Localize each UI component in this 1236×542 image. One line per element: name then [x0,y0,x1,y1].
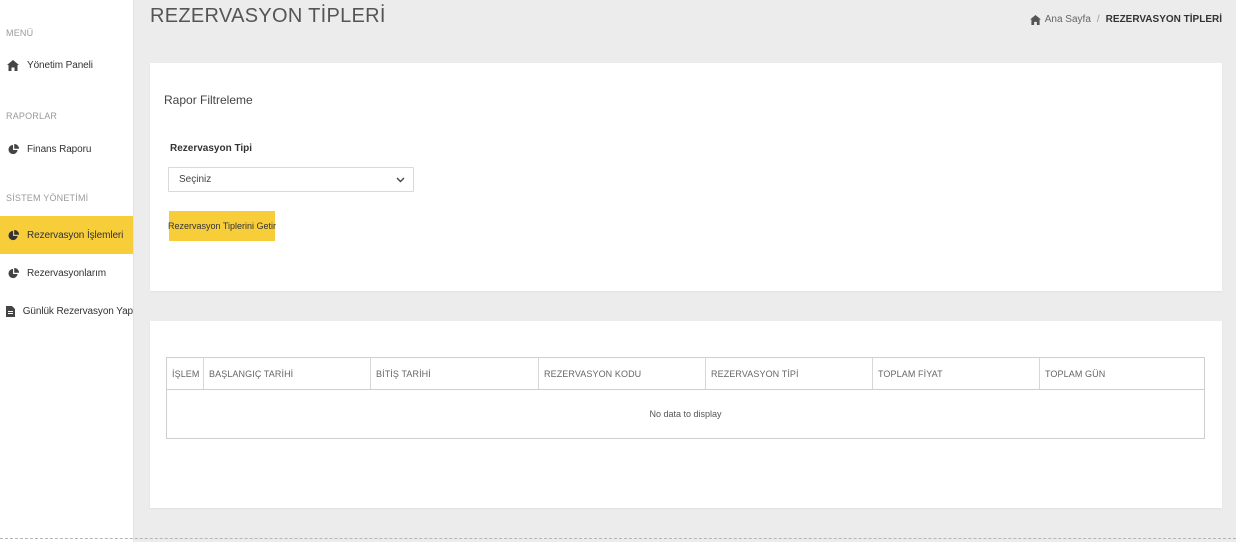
sidebar: MENÜ Yönetim Paneli RAPORLAR Finans Rapo… [0,0,134,542]
column-header-rezervasyon-tipi[interactable]: REZERVASYON TİPİ [706,358,873,389]
breadcrumb-separator: / [1096,14,1100,25]
sidebar-item-label: Rezervasyon İşlemleri [27,229,124,241]
results-table: İŞLEM BAŞLANGIÇ TARİHİ BİTİŞ TARİHİ REZE… [166,357,1205,439]
pie-chart-icon [6,228,20,242]
table-header-row: İŞLEM BAŞLANGIÇ TARİHİ BİTİŞ TARİHİ REZE… [167,358,1204,390]
column-header-toplam-gun[interactable]: TOPLAM GÜN [1040,358,1204,389]
page-title: REZERVASYON TİPLERİ [150,5,386,27]
select-value: Seçiniz [179,174,212,185]
sidebar-item-yonetim-paneli[interactable]: Yönetim Paneli [0,46,133,84]
document-icon [6,304,16,318]
column-header-islem[interactable]: İŞLEM [167,358,204,389]
get-reservation-types-button[interactable]: Rezervasyon Tiplerini Getir [168,211,276,241]
column-header-toplam-fiyat[interactable]: TOPLAM FİYAT [873,358,1040,389]
filter-card: Rapor Filtreleme Rezervasyon Tipi Seçini… [150,63,1222,291]
sidebar-item-gunluk-rezervasyon-yap[interactable]: Günlük Rezervasyon Yap [0,292,133,330]
table-empty-message: No data to display [649,409,722,419]
reservation-type-select[interactable]: Seçiniz [168,167,414,192]
column-header-baslangic-tarihi[interactable]: BAŞLANGIÇ TARİHİ [204,358,371,389]
pie-chart-icon [6,142,20,156]
column-header-bitis-tarihi[interactable]: BİTİŞ TARİHİ [371,358,539,389]
sidebar-item-label: Rezervasyonlarım [27,267,106,279]
home-icon [1029,14,1041,25]
column-header-rezervasyon-kodu[interactable]: REZERVASYON KODU [539,358,706,389]
sidebar-item-rezervasyon-islemleri[interactable]: Rezervasyon İşlemleri [0,216,133,254]
breadcrumb-current: REZERVASYON TİPLERİ [1105,14,1222,25]
filter-card-title: Rapor Filtreleme [164,93,253,107]
pie-chart-icon [6,266,20,280]
menu-section-header: MENÜ [6,28,34,38]
breadcrumb: Ana Sayfa / REZERVASYON TİPLERİ [1029,14,1222,25]
reservation-type-label: Rezervasyon Tipi [170,143,253,154]
page-divider [0,538,1236,539]
chevron-down-icon [396,177,405,183]
breadcrumb-home-link[interactable]: Ana Sayfa [1045,14,1091,25]
sidebar-item-label: Günlük Rezervasyon Yap [22,305,133,317]
sidebar-item-label: Yönetim Paneli [27,59,93,71]
sidebar-item-label: Finans Raporu [27,143,92,155]
sidebar-item-finans-raporu[interactable]: Finans Raporu [0,130,133,168]
menu-section-header: RAPORLAR [6,111,58,121]
sidebar-item-rezervasyonlarim[interactable]: Rezervasyonlarım [0,254,133,292]
menu-section-header: SİSTEM YÖNETİMİ [6,193,89,203]
home-icon [6,58,20,72]
results-card: İŞLEM BAŞLANGIÇ TARİHİ BİTİŞ TARİHİ REZE… [150,321,1222,508]
